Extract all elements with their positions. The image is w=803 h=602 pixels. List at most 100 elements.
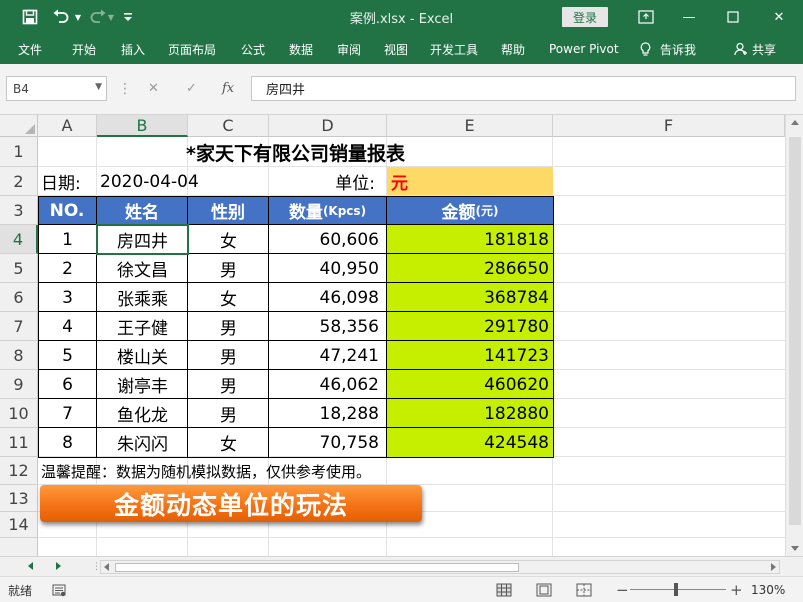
scroll-left-icon[interactable]: [104, 563, 109, 571]
date-value[interactable]: 2020-04-04: [96, 167, 268, 196]
cell-qty[interactable]: 60,606: [269, 225, 387, 254]
insert-function-icon[interactable]: fx: [222, 76, 234, 101]
zoom-slider-thumb[interactable]: [674, 583, 678, 596]
tab-review[interactable]: 审阅: [337, 34, 361, 64]
macro-record-icon[interactable]: [52, 577, 66, 602]
redo-dropdown-icon[interactable]: ▼: [107, 0, 115, 34]
row-header-3[interactable]: 3: [0, 196, 38, 225]
cell-gender[interactable]: 女: [188, 428, 269, 457]
header-no[interactable]: NO.: [38, 196, 97, 225]
cell-no[interactable]: 7: [38, 399, 97, 428]
formula-input[interactable]: 房四井: [251, 76, 796, 101]
cell-name[interactable]: 徐文昌: [97, 254, 188, 283]
row-header-10[interactable]: 10: [0, 399, 38, 428]
zoom-in-button[interactable]: +: [730, 577, 743, 602]
cell-gender[interactable]: 女: [188, 283, 269, 312]
enter-icon[interactable]: ✓: [186, 76, 197, 101]
cell-qty[interactable]: 46,098: [269, 283, 387, 312]
cell-qty[interactable]: 58,356: [269, 312, 387, 341]
cell-amount[interactable]: 424548: [387, 428, 553, 457]
column-header-b[interactable]: B: [97, 115, 188, 137]
row-header-12[interactable]: 12: [0, 457, 38, 485]
header-gender[interactable]: 性别: [188, 196, 269, 225]
save-icon[interactable]: [20, 0, 40, 34]
cell-amount[interactable]: 141723: [387, 341, 553, 370]
cell-no[interactable]: 2: [38, 254, 97, 283]
note-text[interactable]: 温馨提醒：数据为随机模拟数据，仅供参考使用。: [38, 457, 638, 485]
cancel-icon[interactable]: ✕: [148, 76, 159, 101]
row-header-15[interactable]: [0, 538, 38, 556]
select-all-corner[interactable]: [0, 115, 38, 137]
scroll-down-icon[interactable]: [791, 546, 799, 551]
cell-gender[interactable]: 男: [188, 399, 269, 428]
maximize-icon[interactable]: [720, 0, 746, 34]
tab-help[interactable]: 帮助: [501, 34, 525, 64]
cell-name[interactable]: 谢亭丰: [97, 370, 188, 399]
cell-amount[interactable]: 368784: [387, 283, 553, 312]
login-button[interactable]: 登录: [562, 7, 608, 27]
cell-name[interactable]: 朱闪闪: [97, 428, 188, 457]
scroll-up-icon[interactable]: [791, 120, 799, 125]
column-header-c[interactable]: C: [188, 115, 269, 137]
row-header-4[interactable]: 4: [0, 225, 38, 254]
cell-qty[interactable]: 40,950: [269, 254, 387, 283]
cell-no[interactable]: 3: [38, 283, 97, 312]
undo-icon[interactable]: [50, 0, 72, 34]
horizontal-scroll-thumb[interactable]: [115, 563, 519, 572]
header-qty[interactable]: 数量 (Kpcs): [269, 196, 387, 225]
next-sheet-icon[interactable]: [56, 562, 61, 570]
row-header-7[interactable]: 7: [0, 312, 38, 341]
customize-icon[interactable]: [121, 0, 135, 34]
name-box-dropdown-icon[interactable]: ▼: [95, 82, 102, 92]
cell-gender[interactable]: 女: [188, 225, 269, 254]
cell-gender[interactable]: 男: [188, 254, 269, 283]
column-header-d[interactable]: D: [269, 115, 387, 137]
prev-sheet-icon[interactable]: [28, 562, 33, 570]
row-header-11[interactable]: 11: [0, 428, 38, 457]
zoom-level[interactable]: 130%: [751, 577, 785, 602]
row-header-14[interactable]: 14: [0, 512, 38, 538]
cell-name[interactable]: 房四井: [97, 225, 188, 254]
tab-data[interactable]: 数据: [289, 34, 313, 64]
tab-page-layout[interactable]: 页面布局: [168, 34, 216, 64]
cell-name[interactable]: 鱼化龙: [97, 399, 188, 428]
cell-gender[interactable]: 男: [188, 370, 269, 399]
header-name[interactable]: 姓名: [97, 196, 188, 225]
column-header-a[interactable]: A: [38, 115, 97, 137]
tab-file[interactable]: 文件: [18, 34, 42, 64]
date-label[interactable]: 日期:: [38, 167, 96, 196]
redo-icon[interactable]: [88, 0, 108, 34]
horizontal-scrollbar[interactable]: [100, 560, 780, 574]
vertical-scrollbar[interactable]: [785, 115, 803, 556]
cell-no[interactable]: 1: [38, 225, 97, 254]
minimize-icon[interactable]: —: [676, 0, 702, 34]
tab-insert[interactable]: 插入: [121, 34, 145, 64]
cell-amount[interactable]: 181818: [387, 225, 553, 254]
cell-qty[interactable]: 70,758: [269, 428, 387, 457]
undo-dropdown-icon[interactable]: ▼: [73, 0, 83, 34]
row-header-5[interactable]: 5: [0, 254, 38, 283]
cell-no[interactable]: 6: [38, 370, 97, 399]
header-amount[interactable]: 金额 (元): [387, 196, 553, 225]
zoom-out-button[interactable]: −: [616, 577, 629, 602]
tab-formulas[interactable]: 公式: [241, 34, 265, 64]
unit-label[interactable]: 单位:: [269, 167, 387, 196]
cell-gender[interactable]: 男: [188, 312, 269, 341]
tab-view[interactable]: 视图: [384, 34, 408, 64]
row-header-13[interactable]: 13: [0, 485, 38, 512]
row-header-8[interactable]: 8: [0, 341, 38, 370]
row-header-2[interactable]: 2: [0, 167, 38, 196]
tab-home[interactable]: 开始: [72, 34, 96, 64]
row-header-9[interactable]: 9: [0, 370, 38, 399]
tab-developer[interactable]: 开发工具: [430, 34, 478, 64]
cell-no[interactable]: 8: [38, 428, 97, 457]
cell-name[interactable]: 楼山关: [97, 341, 188, 370]
cell-amount[interactable]: 182880: [387, 399, 553, 428]
cell-name[interactable]: 张乘乘: [97, 283, 188, 312]
column-header-f[interactable]: F: [553, 115, 785, 137]
row-header-1[interactable]: 1: [0, 137, 38, 167]
cell-qty[interactable]: 47,241: [269, 341, 387, 370]
zoom-slider[interactable]: [630, 589, 726, 590]
tell-me[interactable]: 告诉我: [640, 34, 696, 64]
unit-value-cell[interactable]: 元: [387, 167, 553, 195]
